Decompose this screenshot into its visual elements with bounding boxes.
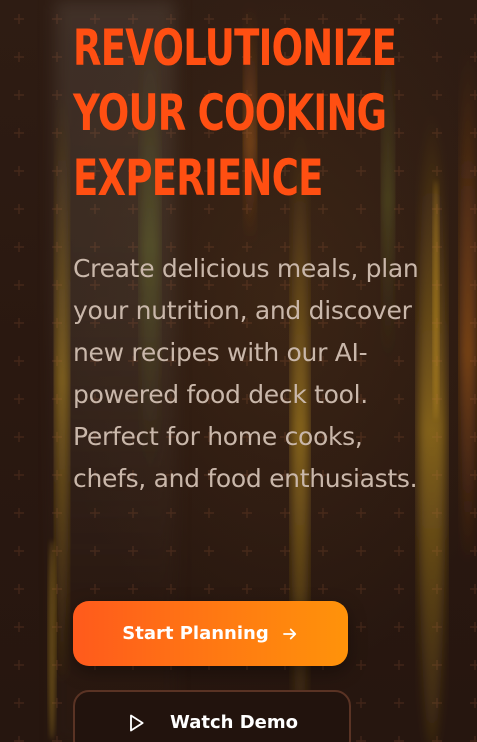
watch-demo-button[interactable]: Watch Demo (73, 690, 351, 742)
hero-title: REVOLUTIONIZE YOUR COOKING EXPERIENCE (73, 19, 397, 207)
hero-section: REVOLUTIONIZE YOUR COOKING EXPERIENCE Cr… (0, 0, 477, 742)
start-planning-button[interactable]: Start Planning (73, 601, 348, 666)
play-icon (130, 714, 144, 732)
watch-demo-label: Watch Demo (170, 712, 298, 733)
start-planning-label: Start Planning (122, 622, 269, 644)
hero-description: Create delicious meals, plan your nutrit… (73, 254, 419, 493)
arrow-right-icon (282, 628, 296, 639)
